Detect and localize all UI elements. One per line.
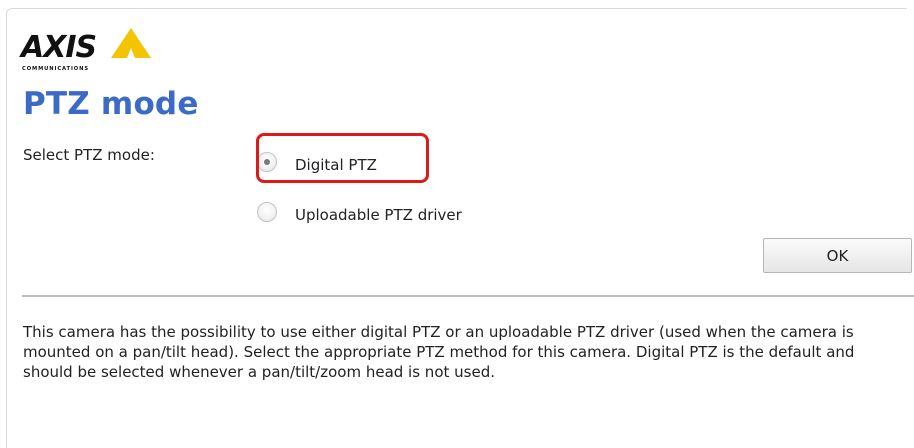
page-title: PTZ mode <box>23 86 199 122</box>
axis-logo: AXIS COMMUNICATIONS <box>19 28 151 72</box>
help-text: This camera has the possibility to use e… <box>23 323 855 381</box>
ptz-mode-label: Select PTZ mode: <box>23 146 155 164</box>
ok-button[interactable]: OK <box>763 238 912 273</box>
radio-option-uploadable-ptz-driver[interactable]: Uploadable PTZ driver <box>257 200 462 224</box>
radio-button-uploadable-ptz-driver[interactable] <box>257 202 277 222</box>
divider <box>22 295 914 297</box>
radio-label-uploadable-ptz-driver: Uploadable PTZ driver <box>295 206 462 224</box>
brand-name: AXIS <box>19 30 96 65</box>
brand-tagline: COMMUNICATIONS <box>22 66 89 72</box>
highlight-box <box>256 133 429 183</box>
